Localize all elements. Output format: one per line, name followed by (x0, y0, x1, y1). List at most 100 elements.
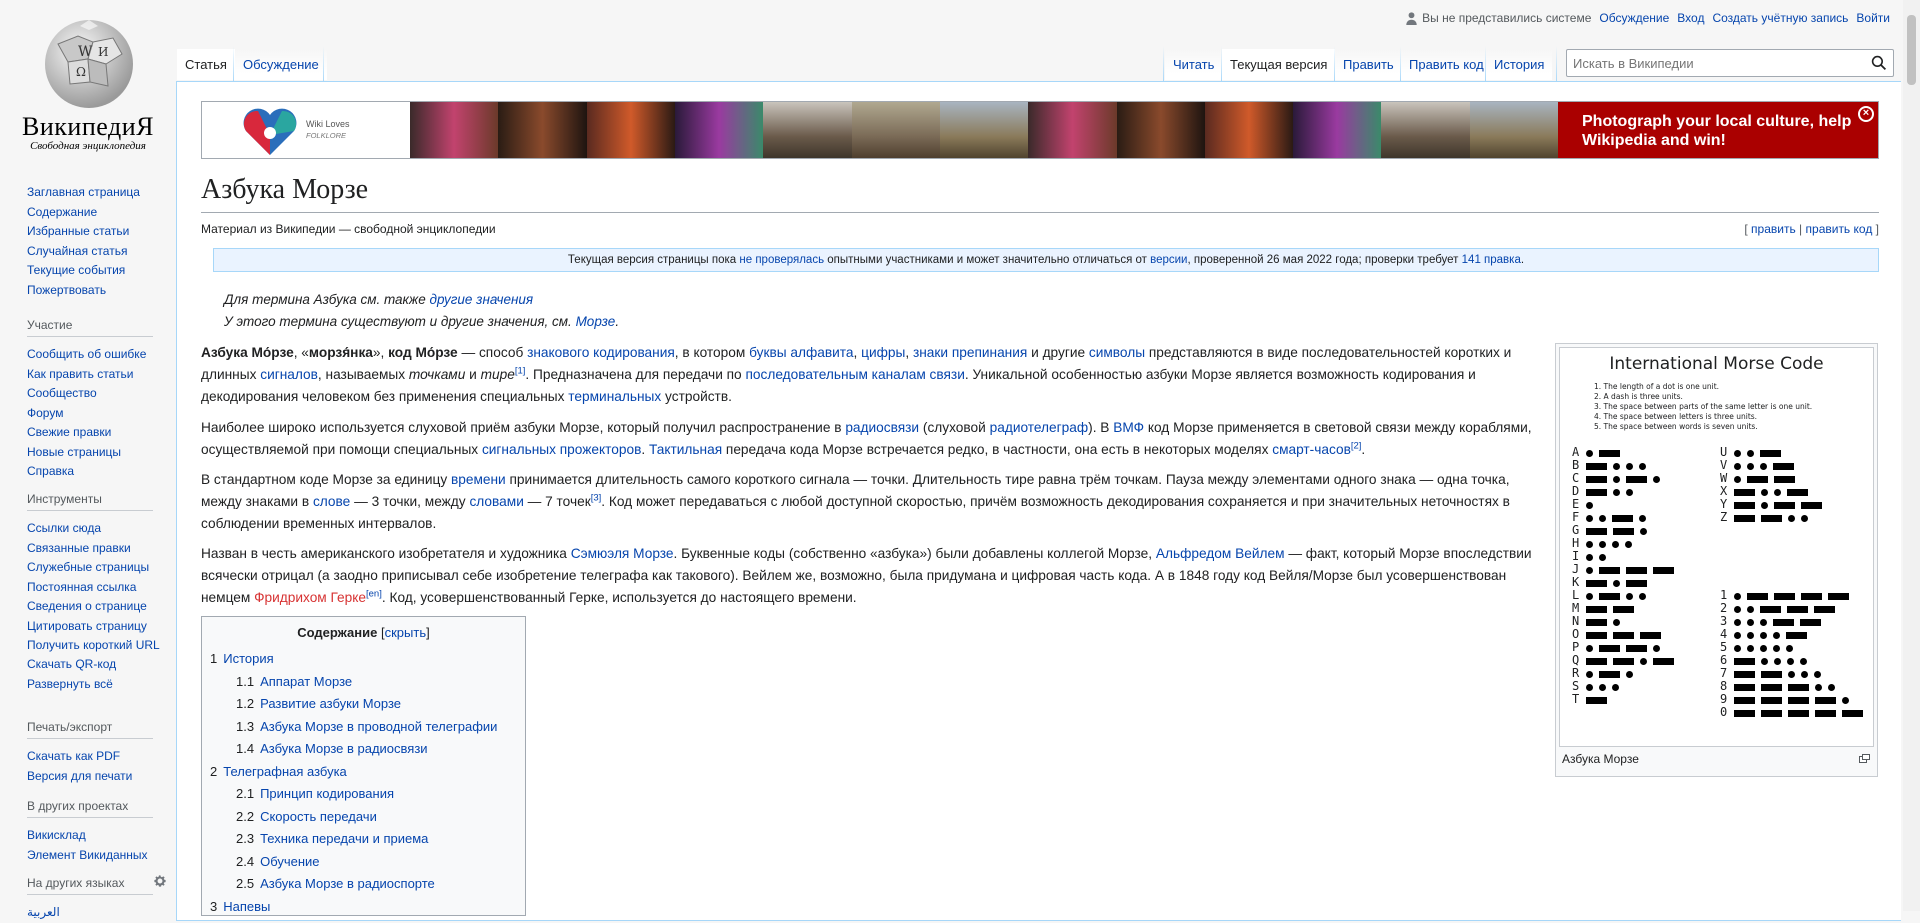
toc-item-link[interactable]: История (223, 651, 273, 666)
personal-talk-link[interactable]: Обсуждение (1599, 11, 1669, 25)
toc-item[interactable]: 2.3 Техника передачи и приема (210, 828, 517, 851)
link-vmf[interactable]: ВМФ (1113, 420, 1144, 435)
link-punctuation[interactable]: знаки препинания (913, 345, 1027, 360)
sidebar-item-related-changes[interactable]: Связанные правки (27, 539, 175, 559)
toc-item[interactable]: 3 Напевы (210, 896, 517, 919)
link-signal-lamps[interactable]: сигнальных прожекторов (482, 442, 641, 457)
link-symbols[interactable]: символы (1089, 345, 1145, 360)
hatnote-link-other-meanings[interactable]: другие значения (429, 292, 533, 307)
page-scrollbar[interactable] (1903, 0, 1920, 911)
link-words[interactable]: словами (469, 494, 523, 509)
ref-1[interactable]: [1] (515, 365, 526, 376)
sidebar-item-wikidata[interactable]: Элемент Викиданных (27, 846, 175, 866)
sidebar-item-download-pdf[interactable]: Скачать как PDF (27, 747, 175, 767)
tab-edit[interactable]: Править (1335, 49, 1402, 80)
sidebar-item-featured[interactable]: Избранные статьи (27, 222, 175, 242)
sidebar-item-community[interactable]: Сообщество (27, 384, 175, 404)
toc-item-link[interactable]: Азбука Морзе в проводной телеграфии (260, 719, 497, 734)
toc-item-link[interactable]: Скорость передачи (260, 809, 377, 824)
gear-icon[interactable] (153, 874, 167, 891)
reviewed-version-link[interactable]: версии (1150, 254, 1187, 266)
link-smartwatch[interactable]: смарт-часов (1272, 442, 1351, 457)
pending-edits-link[interactable]: 141 правка (1462, 254, 1521, 266)
toc-item[interactable]: 1.1 Аппарат Морзе (210, 671, 517, 694)
sidebar-item-forum[interactable]: Форум (27, 404, 175, 424)
sidebar-item-report-error[interactable]: Сообщить об ошибке (27, 345, 175, 365)
sidebar-item-what-links-here[interactable]: Ссылки сюда (27, 519, 175, 539)
edit-link[interactable]: править (1751, 222, 1796, 236)
sidebar-item-current-events[interactable]: Текущие события (27, 261, 175, 281)
link-samuel-morse[interactable]: Сэмюэля Морзе (571, 546, 674, 561)
sidebar-item-donate[interactable]: Пожертвовать (27, 281, 175, 301)
toc-item[interactable]: 2.4 Обучение (210, 851, 517, 874)
tab-read[interactable]: Читать (1165, 49, 1223, 80)
ref-2[interactable]: [2] (1351, 440, 1362, 451)
toc-item[interactable]: 1.2 Развитие азбуки Морзе (210, 693, 517, 716)
sidebar-item-how-to-edit[interactable]: Как править статьи (27, 365, 175, 385)
link-word[interactable]: слове (313, 494, 350, 509)
ref-3[interactable]: [3] (591, 492, 602, 503)
toc-item[interactable]: 2.2 Скорость передачи (210, 806, 517, 829)
create-account-link[interactable]: Создать учётную запись (1712, 11, 1848, 25)
banner-cta[interactable]: Photograph your local culture, help Wiki… (1558, 102, 1878, 158)
sidebar-item-help[interactable]: Справка (27, 462, 175, 482)
sidebar-item-qr-code[interactable]: Скачать QR-код (27, 655, 175, 675)
link-radio[interactable]: радиосвязи (845, 420, 919, 435)
toc-item-link[interactable]: Азбука Морзе в радиоспорте (260, 876, 435, 891)
toc-item-link[interactable]: Напевы (223, 899, 270, 914)
link-digits[interactable]: цифры (861, 345, 905, 360)
link-terminals[interactable]: терминальных (568, 389, 661, 404)
toc-item[interactable]: 2.5 Азбука Морзе в радиоспорте (210, 873, 517, 896)
toc-item-link[interactable]: Аппарат Морзе (260, 674, 352, 689)
sidebar-item-main-page[interactable]: Заглавная страница (27, 183, 175, 203)
toc-item-link[interactable]: Обучение (260, 854, 319, 869)
sidebar-item-random[interactable]: Случайная статья (27, 242, 175, 262)
sidebar-item-page-info[interactable]: Сведения о странице (27, 597, 175, 617)
tab-current-version[interactable]: Текущая версия (1222, 49, 1336, 80)
enlarge-icon[interactable] (1859, 752, 1870, 766)
link-sign-coding[interactable]: знакового кодирования (527, 345, 675, 360)
personal-login-link[interactable]: Вход (1677, 11, 1704, 25)
link-gerke-en[interactable]: [en] (366, 588, 382, 599)
campaign-banner[interactable]: Wiki Loves FOLKLORE Photograph your loca… (201, 101, 1879, 159)
edit-source-link[interactable]: править код (1806, 222, 1873, 236)
search-input[interactable] (1567, 50, 1857, 76)
sidebar-item-short-url[interactable]: Получить короткий URL (27, 636, 175, 655)
link-serial-channels[interactable]: последовательным каналам связи (745, 367, 964, 382)
scrollbar-thumb[interactable] (1907, 15, 1916, 85)
login-link[interactable]: Войти (1856, 11, 1890, 25)
toc-item[interactable]: 1 История (210, 648, 517, 671)
sidebar-item-printable[interactable]: Версия для печати (27, 767, 175, 787)
toc-item-link[interactable]: Принцип кодирования (260, 786, 394, 801)
sidebar-item-new-pages[interactable]: Новые страницы (27, 443, 175, 463)
link-alphabet[interactable]: буквы алфавита (749, 345, 853, 360)
sidebar-item-permalink[interactable]: Постоянная ссылка (27, 578, 175, 598)
sidebar-item-lang-arabic[interactable]: العربية (27, 903, 175, 923)
toc-item-link[interactable]: Техника передачи и приема (260, 831, 428, 846)
sidebar-item-expand-all[interactable]: Развернуть всё (27, 675, 175, 695)
sidebar-item-commons[interactable]: Викисклад (27, 826, 175, 846)
unreviewed-link[interactable]: не проверялась (739, 254, 824, 266)
sidebar-item-contents[interactable]: Содержание (27, 203, 175, 223)
toc-toggle[interactable]: скрыть (385, 625, 427, 640)
link-gerke[interactable]: Фридрихом Герке (254, 590, 366, 605)
hatnote-link-morse[interactable]: Морзе (576, 314, 616, 329)
sidebar-item-cite[interactable]: Цитировать страницу (27, 617, 175, 637)
toc-item-link[interactable]: Азбука Морзе в радиосвязи (260, 741, 427, 756)
toc-item-link[interactable]: Телеграфная азбука (223, 764, 347, 779)
sidebar-item-recent-changes[interactable]: Свежие правки (27, 423, 175, 443)
toc-item-link[interactable]: Развитие азбуки Морзе (260, 696, 401, 711)
tab-article[interactable]: Статья (177, 49, 235, 80)
wikipedia-logo[interactable]: W И Ω ВикипедиЯ Свободная энциклопедия (0, 0, 176, 160)
toc-item[interactable]: 2 Телеграфная азбука (210, 761, 517, 784)
sidebar-item-special-pages[interactable]: Служебные страницы (27, 558, 175, 578)
toc-item[interactable]: 1.4 Азбука Морзе в радиосвязи (210, 738, 517, 761)
close-icon[interactable]: × (1858, 106, 1874, 122)
toc-item[interactable]: 1.3 Азбука Морзе в проводной телеграфии (210, 716, 517, 739)
link-radiotelegraph[interactable]: радиотелеграф (990, 420, 1089, 435)
toc-item[interactable]: 2.1 Принцип кодирования (210, 783, 517, 806)
link-tactile[interactable]: Тактильная (649, 442, 722, 457)
tab-edit-source[interactable]: Править код (1401, 49, 1492, 80)
link-signals[interactable]: сигналов (260, 367, 318, 382)
link-time[interactable]: времени (451, 472, 506, 487)
